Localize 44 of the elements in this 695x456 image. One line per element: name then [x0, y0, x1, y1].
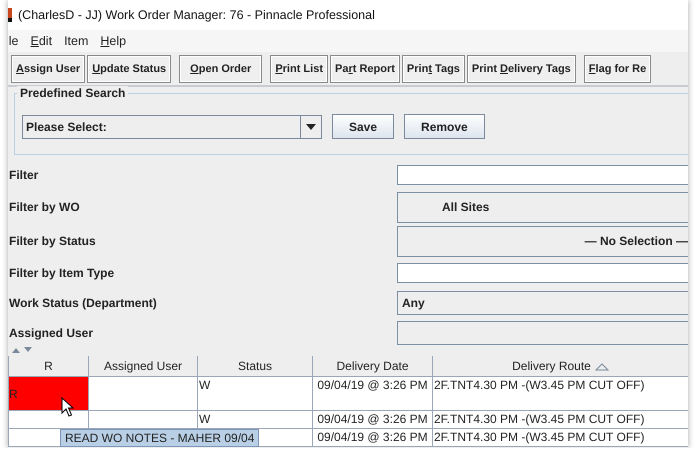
table-cell: 09/04/19 @ 3:26 PM — [312, 428, 432, 446]
filter-label: Filter by Item Type — [9, 266, 114, 280]
filter-label: Work Status (Department) — [9, 296, 157, 310]
toolbar-button[interactable]: Print Delivery Tags — [466, 54, 576, 82]
table-cell: 09/04/19 @ 3:26 PM — [312, 410, 432, 428]
search-button[interactable]: Save — [332, 114, 394, 139]
search-dropdown[interactable]: Please Select: — [22, 114, 322, 138]
toolbar-button[interactable]: Flag for Re — [584, 54, 652, 82]
toolbar-button[interactable]: Update Status — [87, 54, 172, 82]
table-cell: R — [8, 376, 88, 410]
column-header[interactable]: Status — [198, 356, 312, 376]
column-header[interactable]: Delivery Route — [432, 356, 688, 376]
menu-item[interactable]: ile — [8, 34, 27, 48]
filter-label: Assigned User — [9, 326, 94, 340]
input-field[interactable] — [397, 263, 688, 283]
filter-selector[interactable]: Any — [397, 291, 688, 315]
toolbar-button[interactable]: Print List — [270, 54, 328, 82]
input-field[interactable] — [397, 165, 688, 185]
menu-item[interactable]: Edit — [30, 34, 60, 48]
column-header[interactable]: Assigned User — [88, 356, 198, 376]
column-header[interactable]: R — [8, 356, 88, 376]
filter-selector[interactable]: — No Selection — — [397, 226, 688, 256]
app-icon — [8, 8, 12, 22]
toolbar-button[interactable]: Assign User — [11, 54, 86, 82]
tooltip: READ WO NOTES - MAHER 09/04 — [60, 429, 260, 447]
filter-selector[interactable]: All Sites — [397, 192, 688, 222]
table-cell: W — [198, 376, 312, 410]
filter-label: Filter — [9, 168, 38, 182]
menu-item[interactable]: Item — [64, 34, 96, 48]
dropdown-arrow-icon — [306, 124, 316, 130]
filter-selector[interactable] — [397, 321, 688, 345]
toolbar-button[interactable]: Print Tags — [402, 54, 465, 82]
sort-arrows-icon — [10, 346, 34, 354]
search-button[interactable]: Remove — [404, 114, 485, 139]
filter-label: Filter by Status — [9, 234, 96, 248]
toolbar-button[interactable]: Part Report — [330, 54, 400, 82]
table-cell: 09/04/19 @ 3:26 PM — [312, 376, 432, 410]
mouse-pointer-icon — [61, 397, 74, 417]
window-title: (CharlesD - JJ) Work Order Manager: 76 - Pinnacle Professional — [18, 8, 375, 22]
filter-label: Filter by WO — [9, 200, 80, 214]
group-title: Predefined Search — [17, 86, 128, 100]
menu-item[interactable]: Help — [100, 34, 134, 48]
toolbar-button[interactable]: Open Order — [179, 54, 262, 82]
column-header[interactable]: Delivery Date — [312, 356, 432, 376]
